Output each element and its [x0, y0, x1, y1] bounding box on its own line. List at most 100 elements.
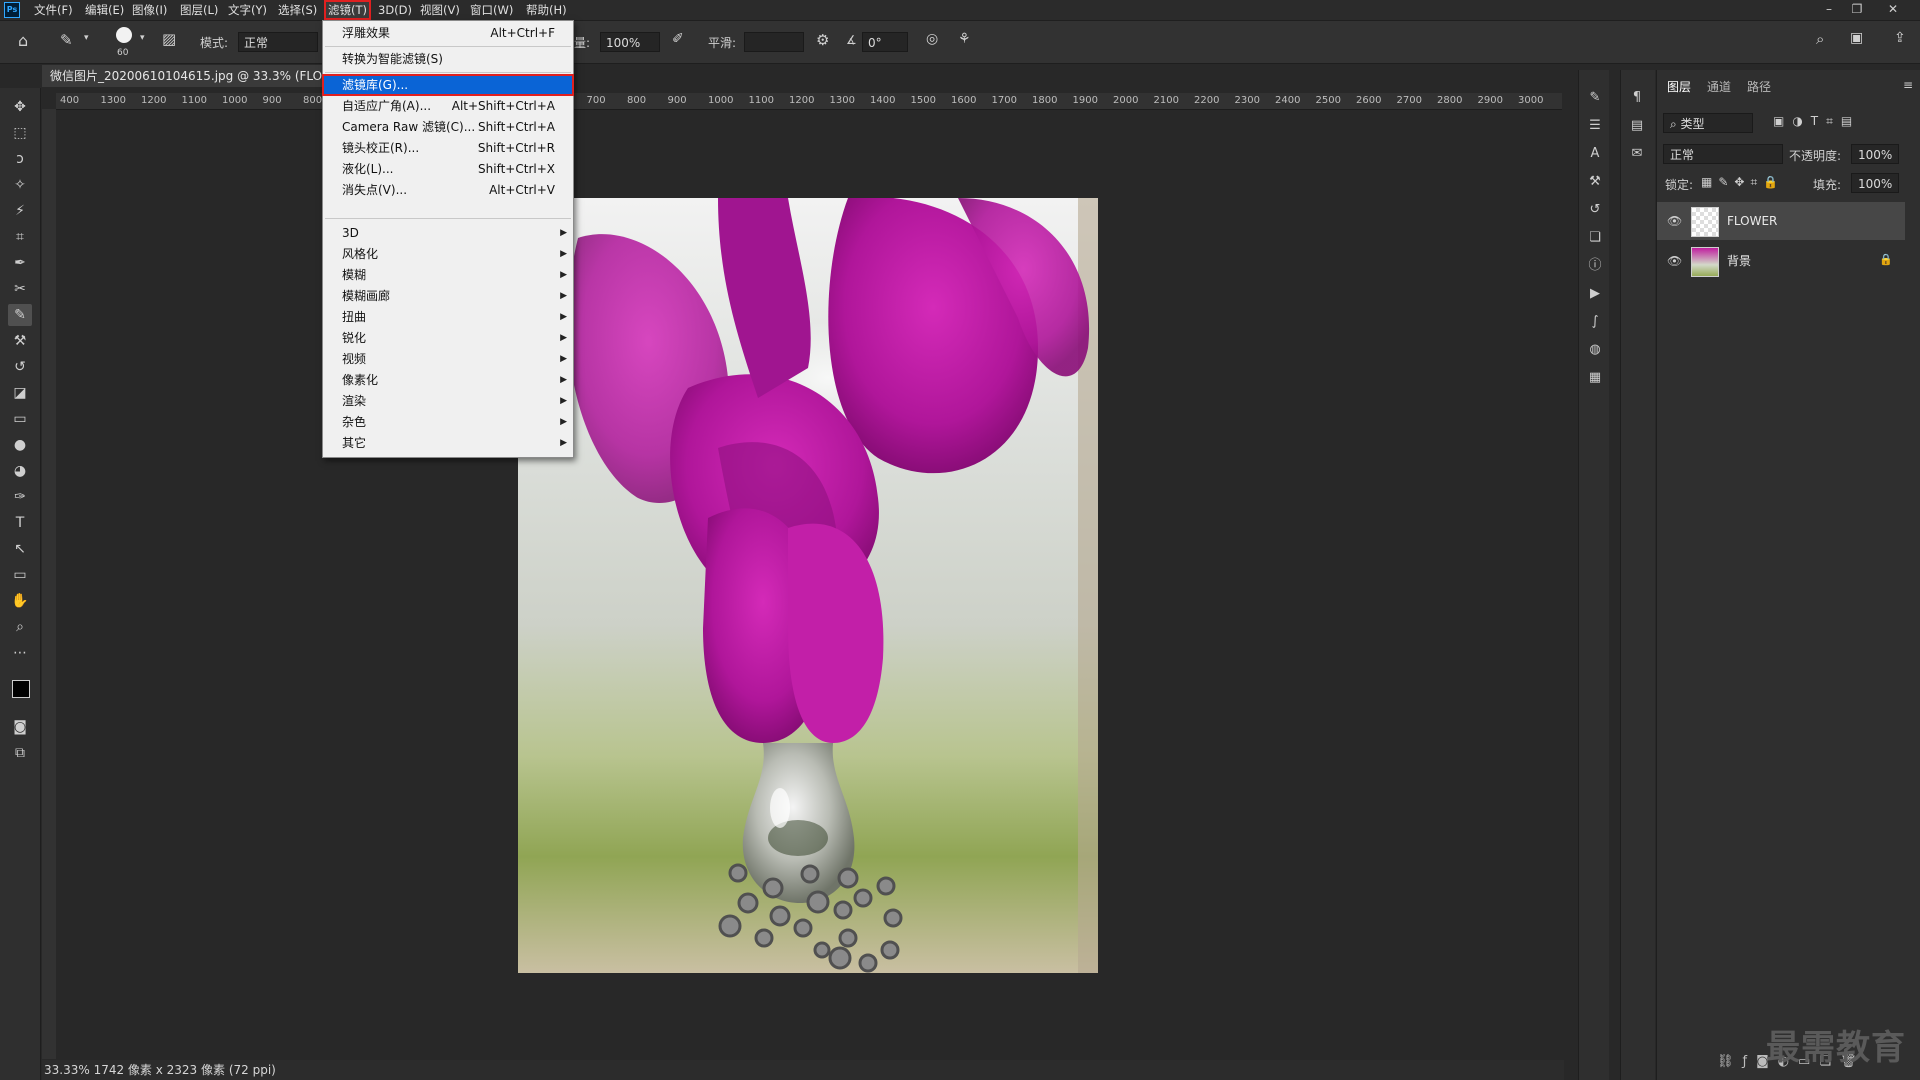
tab-channels[interactable]: 通道 — [1707, 78, 1731, 95]
menu-type[interactable]: 文字(Y) — [226, 2, 269, 18]
minimize-icon[interactable]: – — [1816, 0, 1842, 18]
fill-input[interactable]: 100% — [1851, 173, 1899, 193]
tab-layers[interactable]: 图层 — [1667, 78, 1691, 95]
rectangle-tool-icon[interactable]: ▭ — [8, 564, 32, 586]
share-icon[interactable]: ⇪ — [1894, 30, 1906, 46]
menu-item-blur[interactable]: 模糊 ▶ — [323, 265, 573, 285]
tab-paths[interactable]: 路径 — [1747, 78, 1771, 95]
pen-tool-icon[interactable]: ✑ — [8, 486, 32, 508]
menu-select[interactable]: 选择(S) — [276, 2, 319, 18]
info-icon[interactable]: ⓘ — [1585, 256, 1605, 276]
character-icon[interactable]: A — [1585, 144, 1605, 164]
actions-icon[interactable]: ▶ — [1585, 284, 1605, 304]
menu-item-liquify[interactable]: 液化(L)... Shift+Ctrl+X — [323, 159, 573, 179]
dodge-tool-icon[interactable]: ◕ — [8, 460, 32, 482]
screen-mode-icon[interactable]: ⧉ — [8, 742, 32, 764]
menu-item-3d[interactable]: 3D ▶ — [323, 223, 573, 243]
chevron-down-icon[interactable]: ▾ — [84, 33, 89, 43]
layer-filter-icons[interactable]: ▣◑T⌗▤ — [1773, 114, 1860, 129]
menu-item-blur-gallery[interactable]: 模糊画廊 ▶ — [323, 286, 573, 306]
paragraph-icon[interactable]: ¶ — [1627, 88, 1647, 108]
panel-menu-icon[interactable]: ≡ — [1903, 78, 1913, 92]
opacity-input[interactable]: 100% — [1851, 144, 1899, 164]
lasso-tool-icon[interactable]: ↄ — [8, 148, 32, 170]
lock-options-icons[interactable]: ▦✎✥⌗🔒 — [1701, 175, 1784, 190]
menu-item-vanishing-point[interactable]: 消失点(V)... Alt+Ctrl+V — [323, 180, 573, 200]
layer-row-flower[interactable]: 👁 FLOWER — [1657, 202, 1905, 240]
symmetry-icon[interactable]: ⚘ — [958, 31, 971, 47]
history-icon[interactable]: ↺ — [1585, 200, 1605, 220]
menu-file[interactable]: 文件(F) — [32, 2, 75, 18]
menu-item-video[interactable]: 视频 ▶ — [323, 349, 573, 369]
restore-icon[interactable]: ❐ — [1844, 0, 1870, 18]
properties-icon[interactable]: ▤ — [1627, 116, 1647, 136]
zoom-tool-icon[interactable]: ⌕ — [8, 616, 32, 638]
gradient-tool-icon[interactable]: ▭ — [8, 408, 32, 430]
menu-item-camera-raw[interactable]: Camera Raw 滤镜(C)... Shift+Ctrl+A — [323, 117, 573, 137]
timeline-icon[interactable]: ▦ — [1585, 368, 1605, 388]
chevron-down-icon[interactable]: ▾ — [140, 33, 145, 43]
gear-icon[interactable]: ⚙ — [816, 31, 829, 49]
workspace-icon[interactable]: ▣ — [1850, 30, 1863, 46]
eyedropper-tool-icon[interactable]: ✒ — [8, 252, 32, 274]
menu-window[interactable]: 窗口(W) — [468, 2, 515, 18]
menu-item-noise[interactable]: 杂色 ▶ — [323, 412, 573, 432]
menu-item-convert-smart-filter[interactable]: 转换为智能滤镜(S) — [323, 49, 573, 69]
brush-preset-icon[interactable] — [116, 27, 132, 43]
magic-wand-tool-icon[interactable]: ⚡ — [8, 200, 32, 222]
menu-edit[interactable]: 编辑(E) — [83, 2, 126, 18]
layer-filter-select[interactable]: ⌕ 类型 — [1663, 113, 1753, 133]
menu-help[interactable]: 帮助(H) — [524, 2, 569, 18]
pressure-icon[interactable]: ◎ — [926, 31, 938, 47]
airbrush-icon[interactable]: ✐ — [672, 31, 684, 47]
3d-icon[interactable]: ◍ — [1585, 340, 1605, 360]
mode-select[interactable]: 正常 — [238, 32, 318, 52]
visibility-eye-icon[interactable]: 👁 — [1667, 202, 1682, 240]
flow-input[interactable]: 100% — [600, 32, 660, 52]
quick-select-tool-icon[interactable]: ✧ — [8, 174, 32, 196]
paths-icon[interactable]: ∫ — [1585, 312, 1605, 332]
document-image[interactable] — [518, 198, 1098, 973]
move-tool-icon[interactable]: ✥ — [8, 96, 32, 118]
angle-input[interactable]: 0° — [862, 32, 908, 52]
brush-settings-icon[interactable]: ▨ — [162, 30, 176, 48]
home-icon[interactable]: ⌂ — [18, 31, 28, 50]
brush-tool-icon[interactable]: ✎ — [60, 31, 73, 49]
menu-item-sharpen[interactable]: 锐化 ▶ — [323, 328, 573, 348]
menu-item-stylize[interactable]: 风格化 ▶ — [323, 244, 573, 264]
clone-source-icon[interactable]: ⚒ — [1585, 172, 1605, 192]
brush-tool-icon[interactable]: ✎ — [8, 304, 32, 326]
menu-3d[interactable]: 3D(D) — [376, 2, 414, 18]
menu-layer[interactable]: 图层(L) — [178, 2, 220, 18]
visibility-eye-icon[interactable]: 👁 — [1667, 242, 1682, 280]
smoothing-input[interactable] — [744, 32, 804, 52]
layer-comps-icon[interactable]: ❏ — [1585, 228, 1605, 248]
notes-icon[interactable]: ✉ — [1627, 144, 1647, 164]
search-icon[interactable]: ⌕ — [1816, 30, 1824, 48]
document-tab[interactable]: 微信图片_20200610104615.jpg @ 33.3% (FLOWER,… — [42, 65, 330, 87]
brush-panel-icon[interactable]: ✎ — [1585, 88, 1605, 108]
menu-item-emboss[interactable]: 浮雕效果 Alt+Ctrl+F — [323, 23, 573, 43]
type-tool-icon[interactable]: T — [8, 512, 32, 534]
marquee-tool-icon[interactable]: ⬚ — [8, 122, 32, 144]
menu-filter[interactable]: 滤镜(T) — [324, 0, 371, 20]
stamp-tool-icon[interactable]: ⚒ — [8, 330, 32, 352]
menu-view[interactable]: 视图(V) — [418, 2, 462, 18]
menu-item-pixelate[interactable]: 像素化 ▶ — [323, 370, 573, 390]
quick-mask-icon[interactable]: ◙ — [8, 716, 32, 738]
menu-item-render[interactable]: 渲染 ▶ — [323, 391, 573, 411]
menu-item-lens-correction[interactable]: 镜头校正(R)... Shift+Ctrl+R — [323, 138, 573, 158]
history-brush-tool-icon[interactable]: ↺ — [8, 356, 32, 378]
menu-image[interactable]: 图像(I) — [130, 2, 169, 18]
foreground-color-swatch[interactable] — [12, 680, 30, 698]
hand-tool-icon[interactable]: ✋ — [8, 590, 32, 612]
blend-mode-select[interactable]: 正常 — [1663, 144, 1783, 164]
crop-tool-icon[interactable]: ⌗ — [8, 226, 32, 248]
blur-tool-icon[interactable]: ● — [8, 434, 32, 456]
menu-item-other[interactable]: 其它 ▶ — [323, 433, 573, 453]
healing-tool-icon[interactable]: ✂ — [8, 278, 32, 300]
eraser-tool-icon[interactable]: ◪ — [8, 382, 32, 404]
more-tools-icon[interactable]: ⋯ — [8, 642, 32, 664]
adjustments-icon[interactable]: ☰ — [1585, 116, 1605, 136]
layer-row-background[interactable]: 👁 背景 🔒 — [1657, 242, 1905, 280]
